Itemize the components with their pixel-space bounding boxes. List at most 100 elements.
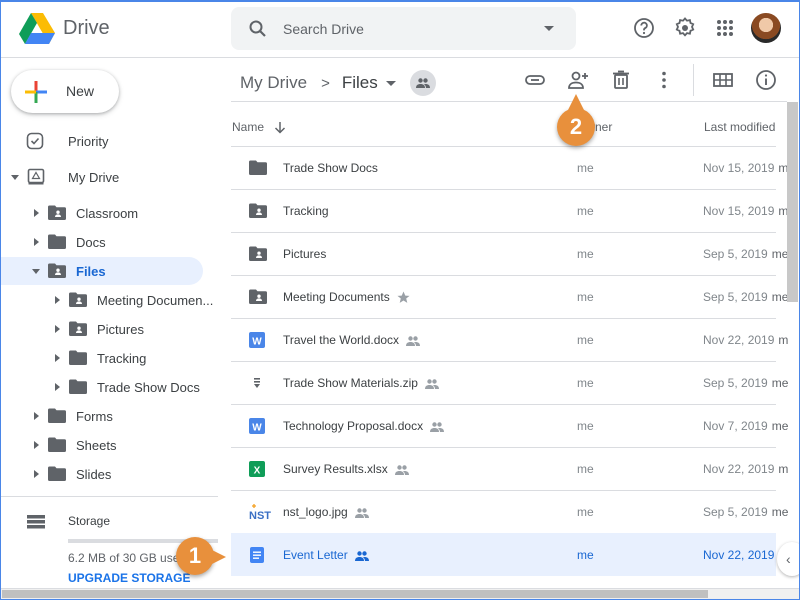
- shared-people-icon: [354, 550, 369, 561]
- side-panel-toggle-button[interactable]: ‹: [777, 542, 800, 576]
- file-name-text: Technology Proposal.docx: [283, 419, 424, 433]
- file-row[interactable]: Tracking me Nov 15, 2019 m: [231, 189, 788, 232]
- sidebar-tree-item[interactable]: Docs: [0, 228, 203, 256]
- shared-folder-icon: [48, 263, 66, 278]
- more-vert-icon[interactable]: [652, 68, 676, 92]
- expand-caret-icon[interactable]: [34, 209, 39, 217]
- column-name-label: Name: [232, 120, 265, 134]
- file-row[interactable]: Pictures me Sep 5, 2019 me: [231, 232, 788, 275]
- file-row[interactable]: Meeting Documents me Sep 5, 2019 me: [231, 275, 788, 318]
- file-name: Technology Proposal.docx: [283, 419, 445, 433]
- search-icon[interactable]: [248, 19, 268, 39]
- file-name-text: nst_logo.jpg: [283, 505, 348, 519]
- modified-date: Sep 5, 2019: [703, 247, 768, 261]
- sidebar-item-my-drive[interactable]: My Drive: [0, 163, 218, 191]
- file-owner: me: [577, 505, 594, 519]
- upgrade-storage-link[interactable]: UPGRADE STORAGE: [68, 571, 190, 585]
- my-drive-icon: [27, 168, 45, 185]
- sidebar-item-label: Docs: [76, 235, 106, 250]
- new-button[interactable]: New: [11, 70, 119, 113]
- shared-folder-badge[interactable]: [409, 70, 436, 96]
- expand-caret-icon[interactable]: [55, 296, 60, 304]
- file-row[interactable]: Event Letter me Nov 22, 2019: [231, 533, 776, 576]
- shared-people-icon: [406, 335, 421, 346]
- file-name-text: Trade Show Materials.zip: [283, 376, 418, 390]
- sidebar-item-label: Pictures: [97, 322, 144, 337]
- sidebar-tree-item[interactable]: Slides: [0, 460, 203, 488]
- sidebar-item-label: Tracking: [97, 351, 147, 366]
- sidebar-tree-item[interactable]: Sheets: [0, 431, 203, 459]
- sidebar-tree-item[interactable]: Trade Show Docs: [0, 373, 203, 401]
- apps-grid-icon[interactable]: [713, 16, 737, 40]
- file-row[interactable]: NST nst_logo.jpg me Sep 5, 2019 me: [231, 490, 788, 533]
- file-owner: me: [577, 419, 594, 433]
- file-last-modified: Sep 5, 2019 me: [703, 376, 788, 390]
- folder-icon: [48, 234, 66, 249]
- share-add-person-icon[interactable]: [566, 68, 590, 92]
- collapse-caret-icon[interactable]: [11, 175, 19, 180]
- breadcrumb-files[interactable]: Files: [342, 73, 378, 93]
- settings-icon[interactable]: [673, 16, 697, 40]
- info-icon[interactable]: [754, 68, 778, 92]
- expand-caret-icon[interactable]: [55, 325, 60, 333]
- sidebar-item-priority[interactable]: Priority: [0, 127, 218, 155]
- column-header-name[interactable]: Name: [232, 120, 286, 134]
- folder-menu-dropdown-icon[interactable]: [385, 80, 396, 86]
- sidebar-tree-item[interactable]: Tracking: [0, 344, 203, 372]
- modified-date: Nov 15, 2019: [703, 161, 775, 175]
- shared-people-icon: [394, 464, 409, 475]
- sidebar-tree-item[interactable]: Pictures: [0, 315, 203, 343]
- get-link-icon[interactable]: [523, 68, 547, 92]
- search-input[interactable]: [283, 17, 533, 41]
- file-last-modified: Sep 5, 2019 me: [703, 247, 788, 261]
- expand-caret-icon[interactable]: [34, 412, 39, 420]
- expand-caret-icon[interactable]: [34, 441, 39, 449]
- breadcrumb: My Drive > Files: [240, 70, 436, 96]
- file-name: Trade Show Docs: [283, 161, 378, 175]
- sidebar-tree-item[interactable]: Meeting Documen...: [0, 286, 213, 314]
- modified-by: me: [771, 290, 789, 304]
- star-icon[interactable]: [397, 290, 410, 304]
- column-header-last-modified[interactable]: Last modified: [704, 120, 775, 134]
- sidebar-tree-item[interactable]: Classroom: [0, 199, 203, 227]
- vertical-scrollbar[interactable]: [787, 102, 798, 302]
- file-name-text: Trade Show Docs: [283, 161, 378, 175]
- account-avatar[interactable]: [751, 13, 781, 43]
- drive-logo-icon[interactable]: [19, 13, 55, 45]
- file-name: Survey Results.xlsx: [283, 462, 409, 476]
- horizontal-scrollbar-thumb[interactable]: [2, 590, 708, 598]
- trash-icon[interactable]: [609, 68, 633, 92]
- help-icon[interactable]: [632, 16, 656, 40]
- word-doc-icon: W: [249, 332, 267, 348]
- collapse-caret-icon[interactable]: [32, 269, 40, 274]
- file-last-modified: Nov 15, 2019 m: [703, 161, 788, 175]
- plus-icon: [25, 81, 47, 103]
- search-options-dropdown-icon[interactable]: [544, 26, 554, 31]
- file-last-modified: Sep 5, 2019 me: [703, 290, 788, 304]
- expand-caret-icon[interactable]: [34, 238, 39, 246]
- shared-folder-icon: [48, 205, 66, 220]
- expand-caret-icon[interactable]: [55, 354, 60, 362]
- expand-caret-icon[interactable]: [55, 383, 60, 391]
- grid-view-icon[interactable]: [711, 68, 735, 92]
- file-row[interactable]: Trade Show Docs me Nov 15, 2019 m: [231, 146, 788, 189]
- expand-caret-icon[interactable]: [34, 470, 39, 478]
- sidebar-tree-item[interactable]: Files: [0, 257, 203, 285]
- sidebar-item-label: Classroom: [76, 206, 139, 221]
- search-box[interactable]: [231, 7, 576, 50]
- folder-icon: [69, 379, 87, 394]
- file-row[interactable]: X Survey Results.xlsx me Nov 22, 2019 m: [231, 447, 788, 490]
- file-row[interactable]: Trade Show Materials.zip me Sep 5, 2019 m…: [231, 361, 788, 404]
- file-row[interactable]: W Travel the World.docx me Nov 22, 2019 m: [231, 318, 788, 361]
- shared-folder-icon: [249, 203, 267, 219]
- file-name: Tracking: [283, 204, 329, 218]
- file-name: Trade Show Materials.zip: [283, 376, 439, 390]
- sort-arrow-down-icon[interactable]: [274, 121, 286, 134]
- folder-icon: [48, 408, 66, 423]
- sidebar-tree-item[interactable]: Forms: [0, 402, 203, 430]
- callout-1: 1: [176, 537, 226, 575]
- file-owner: me: [577, 548, 594, 562]
- callout-number: 1: [188, 543, 202, 568]
- file-row[interactable]: W Technology Proposal.docx me Nov 7, 201…: [231, 404, 788, 447]
- breadcrumb-my-drive[interactable]: My Drive: [240, 73, 307, 93]
